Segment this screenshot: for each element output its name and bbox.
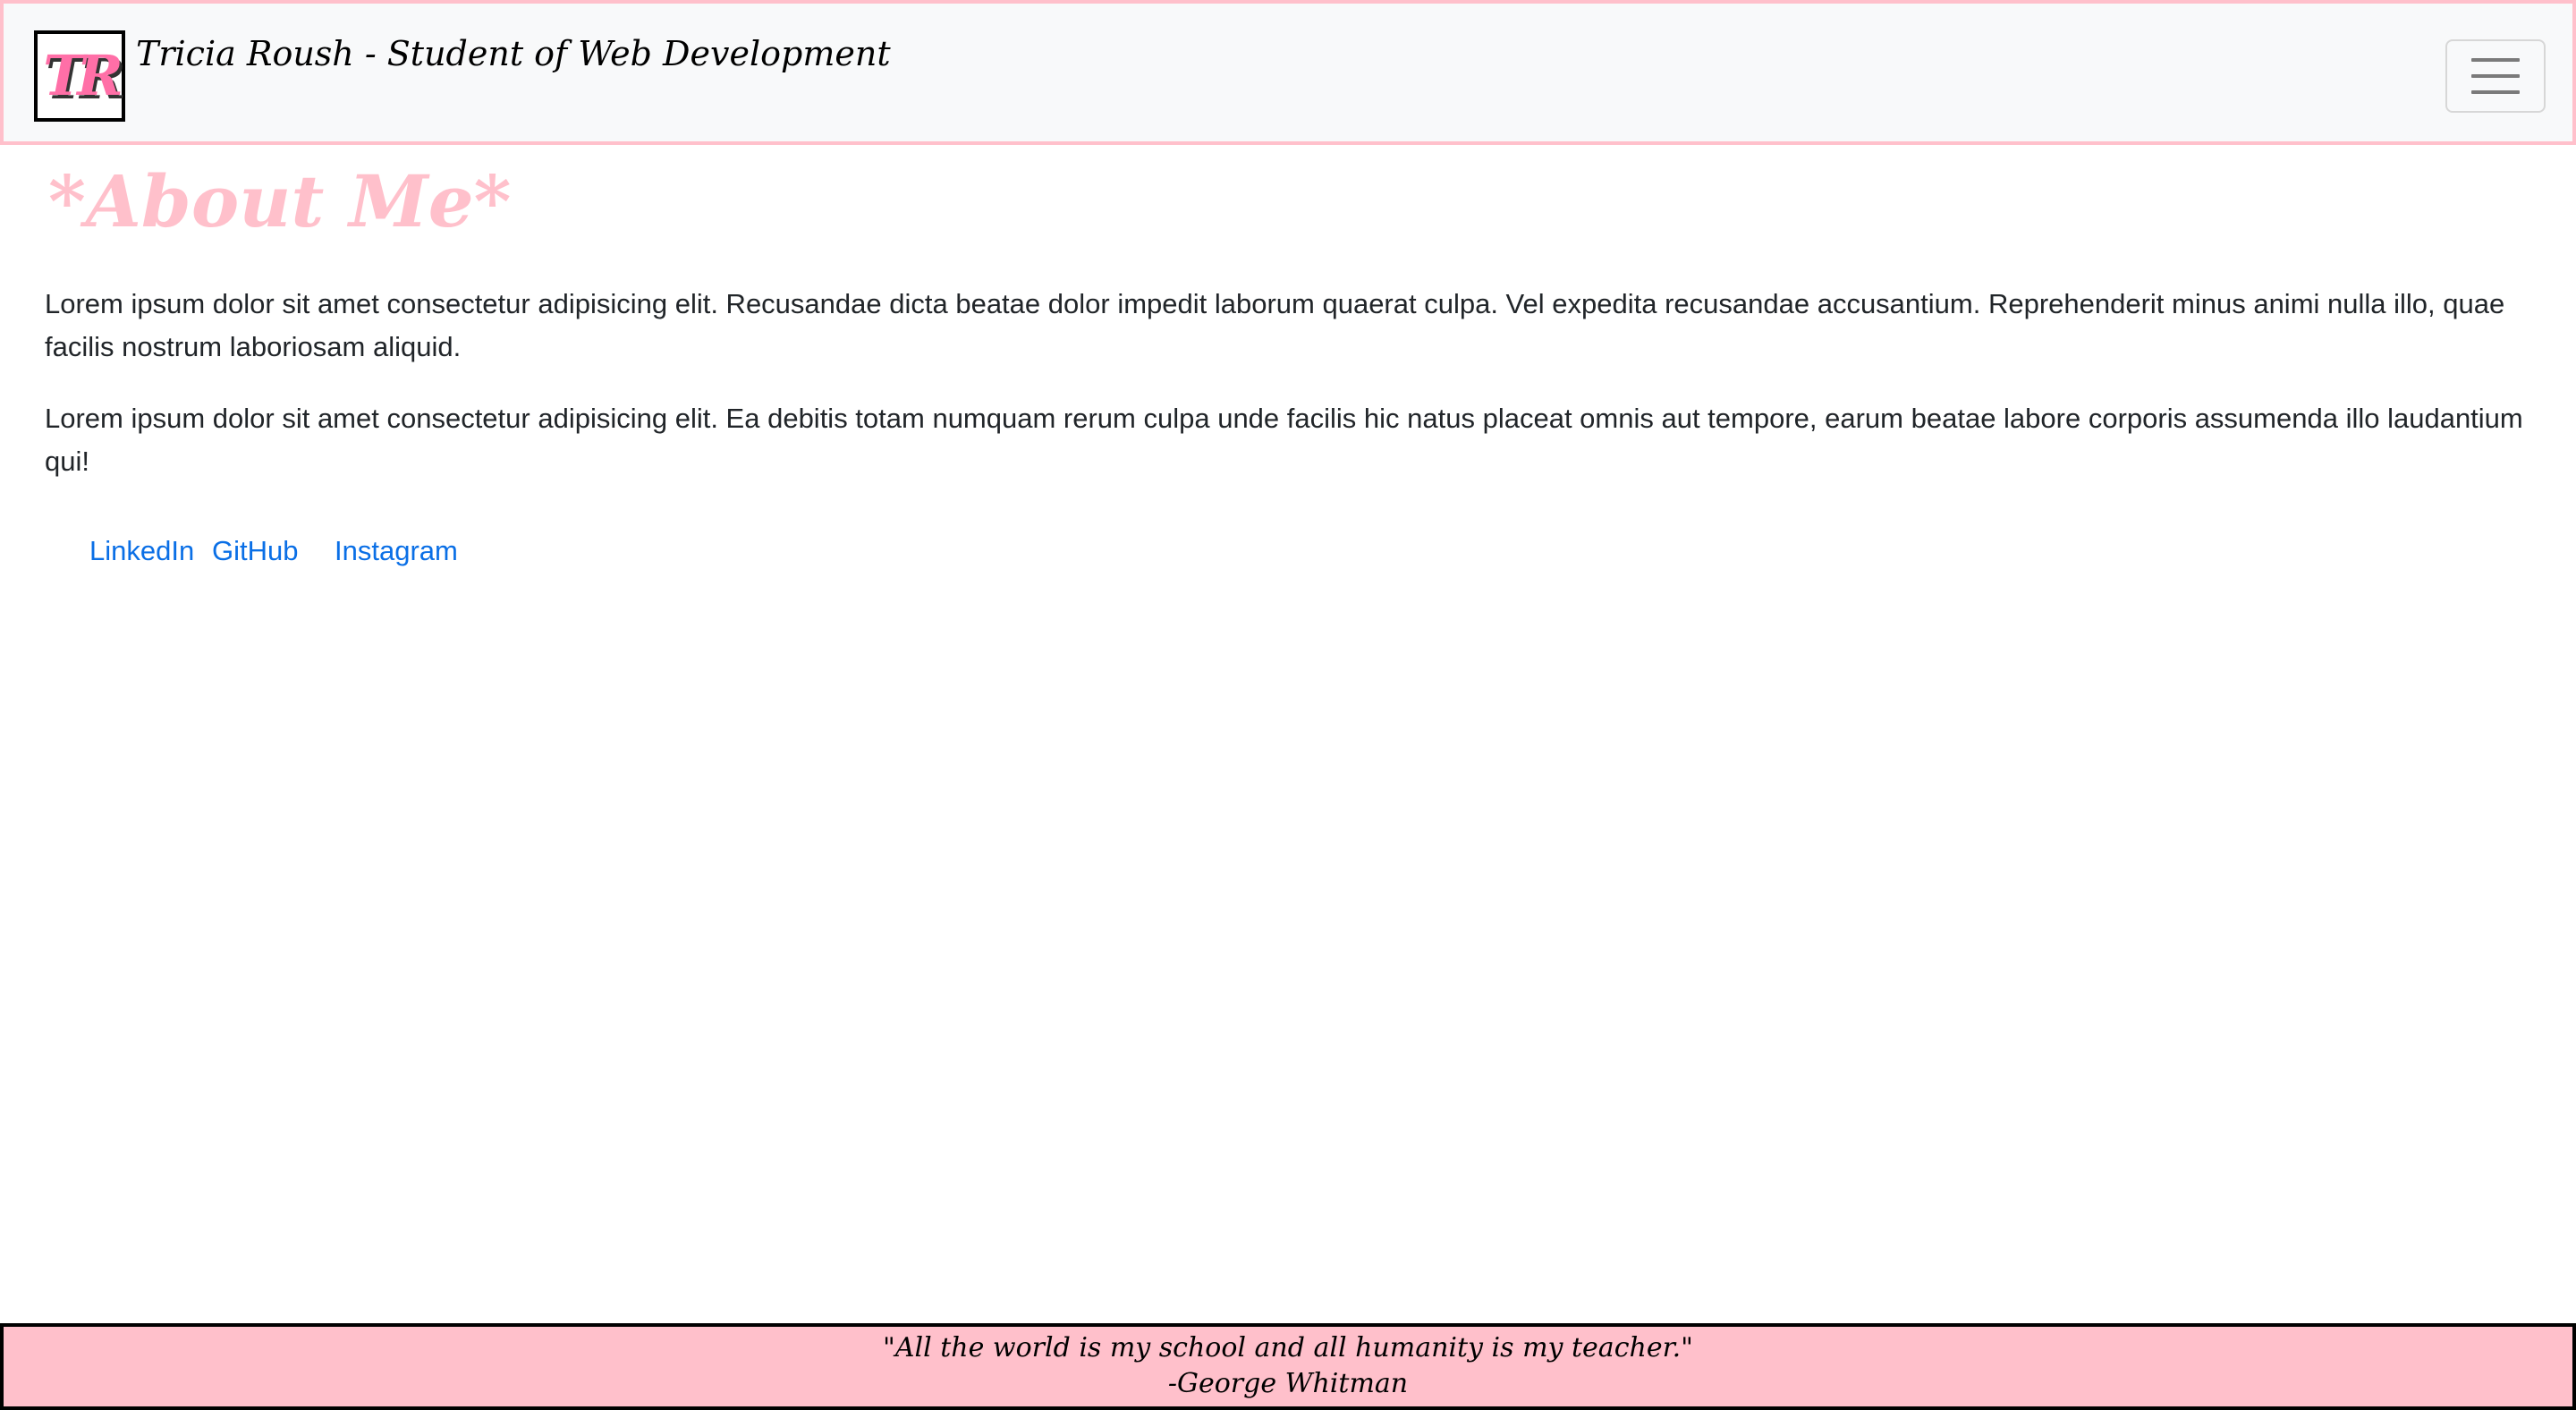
footer: "All the world is my school and all huma…: [0, 1323, 2576, 1410]
hamburger-menu-icon: [2471, 58, 2520, 62]
page-title: *About Me*: [48, 159, 512, 243]
logo[interactable]: TR: [34, 30, 125, 122]
about-paragraph-2: Lorem ipsum dolor sit amet consectetur a…: [45, 403, 2523, 477]
hamburger-menu-icon-bar: [2471, 74, 2520, 78]
linkedin-link[interactable]: LinkedIn: [89, 530, 194, 573]
hamburger-menu-icon-bar: [2471, 90, 2520, 94]
site-brand[interactable]: Tricia Roush - Student of Web Developmen…: [136, 34, 891, 73]
footer-quote: "All the world is my school and all huma…: [883, 1332, 1693, 1363]
about-paragraph-1: Lorem ipsum dolor sit amet consectetur a…: [45, 288, 2505, 362]
logo-monogram: TR: [43, 43, 123, 108]
instagram-link[interactable]: Instagram: [335, 530, 458, 573]
footer-quote-author: -George Whitman: [1167, 1368, 1409, 1399]
navbar: TR Tricia Roush - Student of Web Develop…: [0, 0, 2576, 145]
github-link[interactable]: GitHub: [212, 530, 298, 573]
navbar-toggler-button[interactable]: [2445, 39, 2546, 113]
